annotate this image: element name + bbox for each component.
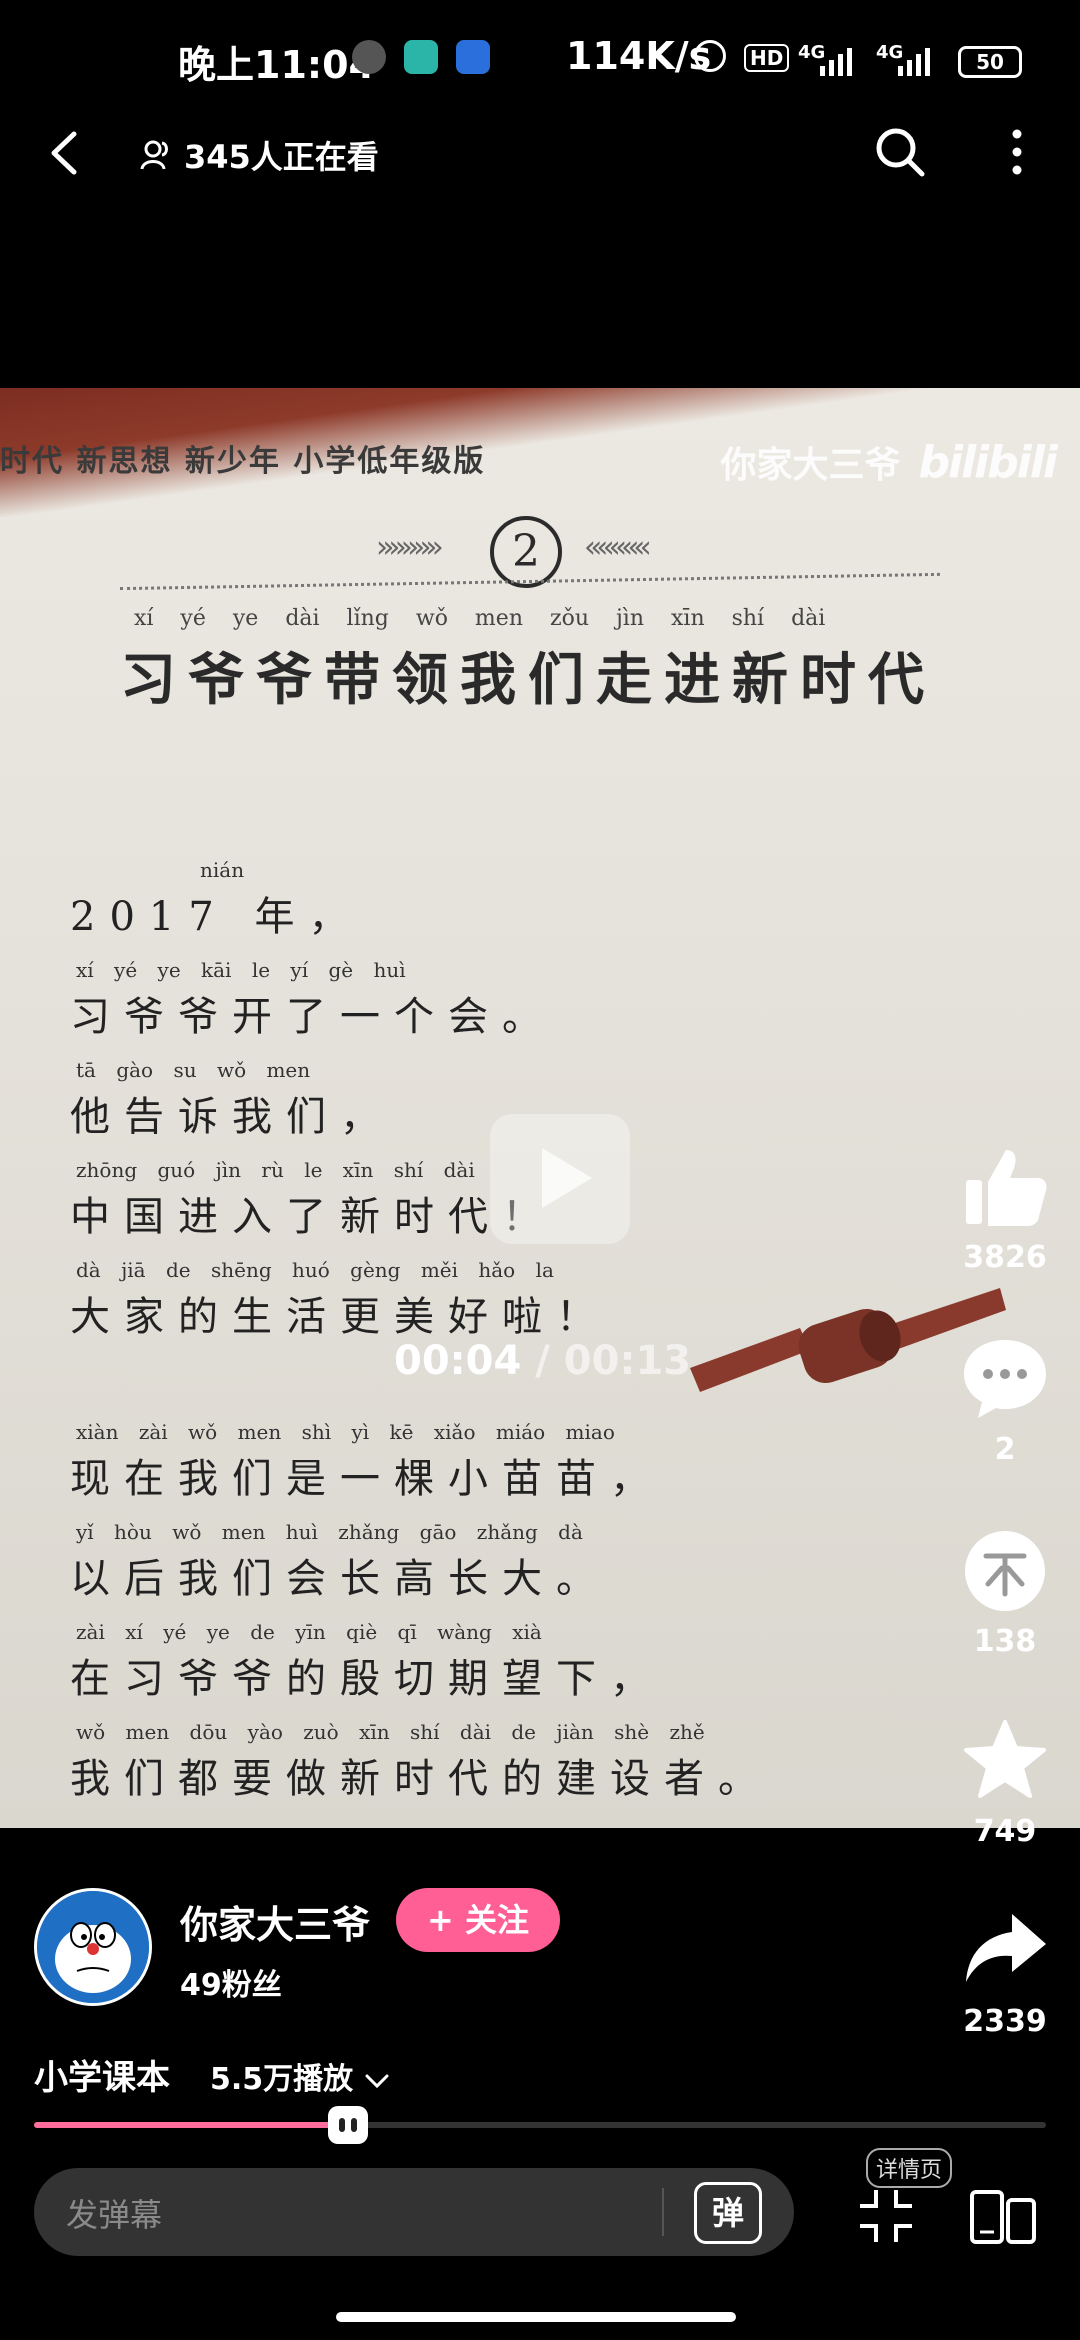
search-icon[interactable]	[872, 124, 928, 180]
notification-icon	[352, 40, 386, 74]
signal-icon	[820, 48, 852, 76]
coin-count: 138	[973, 1624, 1037, 1659]
alarm-icon	[694, 40, 726, 72]
poem-hanzi: 我们都要做新时代的建设者。	[70, 1756, 772, 1802]
avatar[interactable]	[34, 1888, 152, 2006]
poem-hanzi: 习爷爷开了一个会。	[70, 994, 556, 1040]
time-total: 00:13	[563, 1338, 692, 1384]
poem-pinyin: yǐ hòu wǒ men huì zhǎng gāo zhǎng dà	[76, 1520, 583, 1544]
battery-indicator: 50	[958, 46, 1022, 78]
poem-line: zhōng guó jìn rù le xīn shí dài 中国进入了新时代…	[70, 1158, 790, 1242]
collection-name[interactable]: 小学课本	[34, 2050, 170, 2099]
signal-icon-2	[898, 48, 930, 76]
poem-pinyin: nián	[200, 858, 245, 882]
poem-hanzi: 以后我们会长高长大。	[70, 1556, 610, 1602]
viewers-icon	[140, 140, 168, 170]
comment-icon	[964, 1340, 1046, 1418]
chevron-down-icon	[365, 2074, 389, 2088]
video-watermark: 你家大三爷 bilibili	[720, 436, 1059, 488]
share-button[interactable]: 2339	[950, 1906, 1060, 2039]
top-nav: 345人正在看	[0, 110, 1080, 194]
book-series-header: 时代 新思想 新少年 小学低年级版	[0, 444, 486, 479]
poem-pinyin: dà jiā de shēng huó gèng měi hǎo la	[76, 1258, 554, 1282]
decor-chevrons-left: »»»»»	[376, 530, 444, 565]
hd-badge: HD	[744, 44, 790, 72]
like-count: 3826	[963, 1240, 1047, 1275]
network-speed: 114K/s	[566, 34, 712, 78]
poem-line: xí yé ye kāi le yí gè huì 习爷爷开了一个会。	[70, 958, 790, 1042]
detail-page-label[interactable]: 详情页	[866, 2148, 953, 2188]
progress-fill	[34, 2122, 348, 2128]
video-player[interactable]: 时代 新思想 新少年 小学低年级版 你家大三爷 bilibili »»»»» 2…	[0, 388, 1080, 1828]
share-icon	[966, 1914, 1046, 1982]
landscape-mode-icon[interactable]	[970, 2186, 1036, 2246]
favorite-button[interactable]: 749	[950, 1716, 1060, 1849]
back-icon[interactable]	[40, 128, 90, 178]
viewer-count: 345人正在看	[140, 132, 379, 178]
avatar-image	[37, 1891, 149, 2003]
poem-line: xiàn zài wǒ men shì yì kē xiǎo miáo miao…	[70, 1420, 790, 1504]
viewer-count-text: 345人正在看	[184, 138, 379, 176]
video-timecode: 00:04 / 00:13	[394, 1338, 691, 1384]
poem-line: zài xí yé ye de yīn qiè qī wàng xià 在习爷爷…	[70, 1620, 790, 1704]
play-icon[interactable]	[490, 1114, 630, 1244]
app-notification-icon-2	[456, 40, 490, 74]
poem-line: tā gào su wǒ men 他告诉我们，	[70, 1058, 790, 1142]
status-time: 晚上11:04	[178, 43, 375, 87]
poem-pinyin: wǒ men dōu yào zuò xīn shí dài de jiàn s…	[76, 1720, 705, 1744]
poem-pinyin: xí yé ye kāi le yí gè huì	[76, 958, 406, 982]
lesson-title-pinyin: xí yé ye dài lǐng wǒ men zǒu jìn xīn shí…	[134, 606, 826, 631]
star-icon	[964, 1720, 1046, 1798]
danmu-input[interactable]: 发弹幕	[66, 2190, 162, 2236]
lesson-title: xí yé ye dài lǐng wǒ men zǒu jìn xīn shí…	[120, 606, 970, 716]
lesson-number: 2	[490, 516, 562, 588]
watermark-name: 你家大三爷	[720, 445, 901, 486]
poem-hanzi: 中国进入了新时代！	[70, 1194, 556, 1240]
progress-bar[interactable]	[34, 2106, 1046, 2144]
poem-hanzi: 在习爷爷的殷切期望下，	[70, 1656, 664, 1702]
poem-hanzi: 现在我们是一棵小苗苗，	[70, 1456, 664, 1502]
poem-line: nián 2017 年，	[70, 858, 790, 942]
poem-pinyin: zài xí yé ye de yīn qiè qī wàng xià	[76, 1620, 542, 1644]
like-button[interactable]: 3826	[950, 1142, 1060, 1275]
lesson-title-hanzi: 习爷爷带领我们走进新时代	[120, 647, 936, 713]
danmu-toggle-button[interactable]: 弹	[694, 2182, 762, 2244]
home-indicator[interactable]	[336, 2312, 736, 2322]
time-current: 00:04	[394, 1338, 522, 1384]
play-count-text: 5.5万播放	[210, 2062, 354, 2097]
poem-hanzi: 2017 年，	[70, 894, 363, 940]
poem-hanzi: 他告诉我们，	[70, 1094, 394, 1140]
fans-count: 49粉丝	[180, 1968, 282, 2003]
poem-line: wǒ men dōu yào zuò xīn shí dài de jiàn s…	[70, 1720, 790, 1804]
author-name[interactable]: 你家大三爷	[180, 1894, 370, 1949]
poem-pinyin: tā gào su wǒ men	[76, 1058, 311, 1082]
poem-hanzi: 大家的生活更美好啦！	[70, 1294, 610, 1340]
coin-icon	[965, 1531, 1045, 1611]
more-options-icon[interactable]	[1000, 124, 1034, 180]
share-count: 2339	[963, 2004, 1047, 2039]
comment-button[interactable]: 2	[950, 1334, 1060, 1467]
app-notification-icon	[404, 40, 438, 74]
follow-button[interactable]: + 关注	[396, 1888, 560, 1952]
favorite-count: 749	[973, 1814, 1037, 1849]
play-count[interactable]: 5.5万播放	[210, 2054, 390, 2098]
collapse-icon[interactable]	[856, 2186, 916, 2246]
coin-button[interactable]: 138	[950, 1526, 1060, 1659]
comment-count: 2	[994, 1432, 1016, 1467]
thumbs-up-icon	[966, 1150, 1047, 1226]
time-separator: /	[521, 1338, 564, 1384]
poem-pinyin: xiàn zài wǒ men shì yì kē xiǎo miáo miao	[76, 1420, 615, 1444]
poem-line: yǐ hòu wǒ men huì zhǎng gāo zhǎng dà 以后我…	[70, 1520, 790, 1604]
status-bar: 晚上11:04 114K/s HD 4G 4G 50	[0, 0, 1080, 120]
danmu-divider	[662, 2188, 664, 2236]
decor-chevrons-right: «««««	[584, 530, 652, 565]
danmu-bar: 发弹幕 弹	[34, 2168, 794, 2256]
poem-pinyin: zhōng guó jìn rù le xīn shí dài	[76, 1158, 475, 1182]
poem-line: dà jiā de shēng huó gèng měi hǎo la 大家的生…	[70, 1258, 790, 1342]
progress-thumb[interactable]	[327, 2106, 368, 2144]
watermark-brand: bilibili	[918, 436, 1058, 488]
